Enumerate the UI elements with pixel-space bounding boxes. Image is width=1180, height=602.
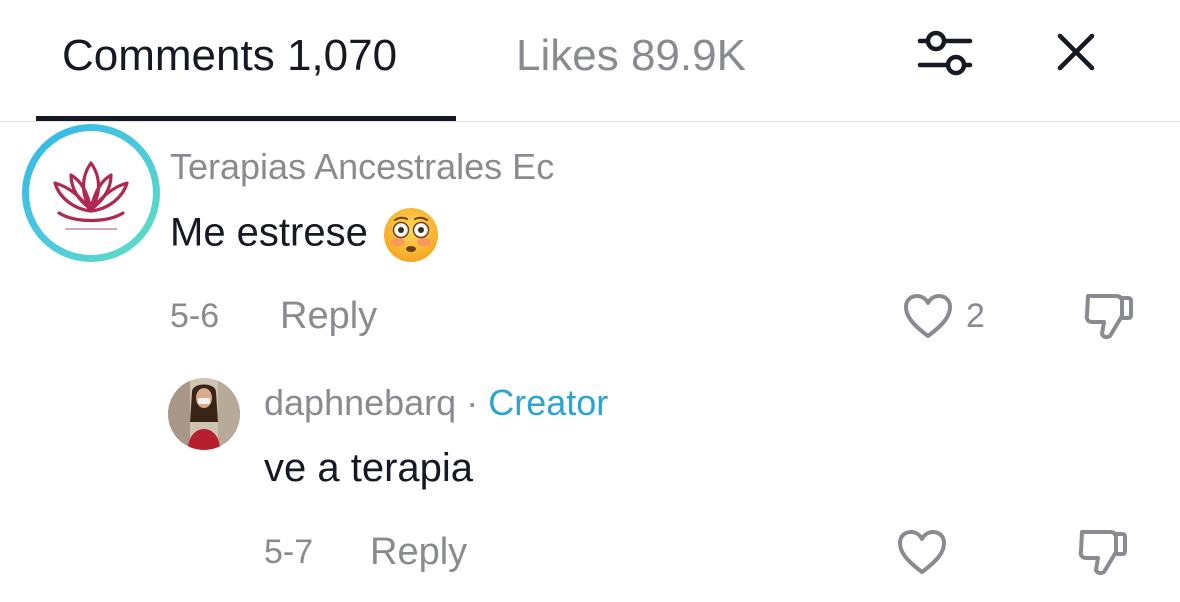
reply-button[interactable]: Reply: [370, 530, 467, 574]
dislike-thumb-icon[interactable]: [1074, 526, 1130, 578]
avatar-daphnebarq[interactable]: [168, 378, 240, 450]
reply-button[interactable]: Reply: [280, 294, 377, 338]
reply-username-line: daphnebarq · Creator: [264, 382, 608, 424]
flushed-face-emoji-icon: [382, 206, 440, 264]
like-count: 2: [966, 297, 985, 335]
lotus-logo-icon: [29, 131, 153, 255]
reply-text: ve a terapia: [264, 446, 474, 490]
comment-username[interactable]: Terapias Ancestrales Ec: [170, 146, 554, 188]
header-divider: [0, 121, 1180, 122]
reply-date: 5-7: [264, 533, 314, 571]
reply-username[interactable]: daphnebarq: [264, 382, 456, 423]
close-icon[interactable]: [1048, 24, 1104, 80]
comment-body: Me estrese: [170, 210, 368, 255]
like-heart-icon[interactable]: [902, 292, 954, 340]
creator-badge: Creator: [488, 382, 609, 423]
comments-header: Comments 1,070 Likes 89.9K: [0, 0, 1180, 124]
dislike-thumb-icon[interactable]: [1080, 290, 1136, 342]
avatar-terapias-ancestrales[interactable]: [22, 124, 160, 262]
filter-sliders-icon[interactable]: [912, 22, 978, 82]
comments-sheet: Comments 1,070 Likes 89.9K Terapias Ance…: [0, 0, 1180, 602]
tab-likes[interactable]: Likes 89.9K: [516, 30, 746, 82]
comment-date: 5-6: [170, 297, 220, 335]
tab-comments[interactable]: Comments 1,070: [62, 30, 397, 82]
username-separator: ·: [466, 382, 479, 423]
comment-text: Me estrese: [170, 206, 440, 264]
like-heart-icon[interactable]: [896, 528, 948, 576]
